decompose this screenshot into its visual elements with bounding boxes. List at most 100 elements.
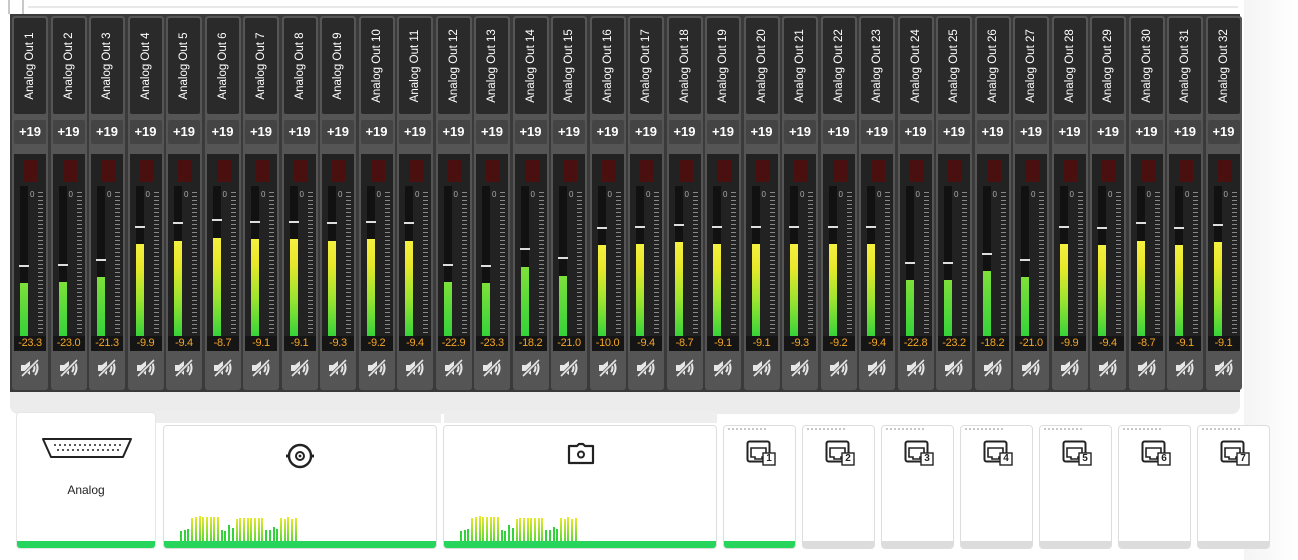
level-meter[interactable]: 0 [399, 154, 431, 350]
mute-button[interactable] [1019, 358, 1043, 380]
device-card-network-port[interactable]: 1 [723, 425, 796, 549]
mute-button[interactable] [1058, 358, 1082, 380]
gain-value[interactable]: +19 [514, 120, 547, 144]
clip-indicator[interactable] [1102, 160, 1116, 182]
channel-name[interactable]: Analog Out 21 [784, 18, 816, 114]
mute-button[interactable] [1135, 358, 1159, 380]
mute-button[interactable] [942, 358, 966, 380]
channel-strip[interactable]: Analog Out 18 +19 0 -8.7 [666, 16, 703, 390]
clip-indicator[interactable] [948, 160, 962, 182]
mute-button[interactable] [865, 358, 889, 380]
channel-name[interactable]: Analog Out 7 [245, 18, 277, 114]
gain-value[interactable]: +19 [553, 120, 585, 144]
gain-value[interactable]: +19 [1130, 120, 1163, 144]
level-meter[interactable]: 0 [784, 154, 816, 350]
mute-button[interactable] [557, 358, 581, 380]
mute-button[interactable] [673, 358, 697, 380]
mute-button[interactable] [57, 358, 81, 380]
device-card-network-port[interactable]: 5 [1039, 425, 1112, 549]
clip-indicator[interactable] [717, 160, 731, 182]
mute-button[interactable] [403, 358, 427, 380]
channel-name[interactable]: Analog Out 5 [168, 18, 200, 114]
channel-name[interactable]: Analog Out 29 [1092, 18, 1124, 114]
device-card-network-port[interactable]: 2 [802, 425, 875, 549]
mute-button[interactable] [904, 358, 928, 380]
gain-value[interactable]: +19 [976, 120, 1009, 144]
clip-indicator[interactable] [678, 160, 693, 182]
mute-button[interactable] [1212, 358, 1236, 380]
mute-button[interactable] [365, 358, 389, 380]
mute-button[interactable] [1096, 358, 1120, 380]
mute-button[interactable] [95, 358, 119, 380]
channel-strip[interactable]: Analog Out 2 +19 0 -23.0 [50, 16, 87, 390]
channel-name[interactable]: Analog Out 2 [52, 18, 85, 114]
level-meter[interactable]: 0 [168, 154, 200, 350]
gain-value[interactable]: +19 [591, 120, 624, 144]
level-meter[interactable]: 0 [1053, 154, 1086, 350]
gain-value[interactable]: +19 [14, 120, 46, 144]
channel-name[interactable]: Analog Out 8 [283, 18, 316, 114]
gain-value[interactable]: +19 [899, 120, 932, 144]
level-meter[interactable]: 0 [630, 154, 662, 350]
mute-button[interactable] [750, 358, 774, 380]
channel-strip[interactable]: Analog Out 10 +19 0 -9.2 [358, 16, 395, 390]
level-meter[interactable]: 0 [899, 154, 932, 350]
clip-indicator[interactable] [755, 160, 770, 182]
gain-value[interactable]: +19 [476, 120, 508, 144]
channel-name[interactable]: Analog Out 10 [360, 18, 393, 114]
channel-strip[interactable]: Analog Out 30 +19 0 -8.7 [1128, 16, 1165, 390]
clip-indicator[interactable] [1140, 160, 1155, 182]
channel-name[interactable]: Analog Out 31 [1169, 18, 1201, 114]
gain-value[interactable]: +19 [745, 120, 778, 144]
clip-indicator[interactable] [332, 160, 346, 182]
device-card-optical[interactable] [443, 425, 717, 549]
channel-strip[interactable]: Analog Out 13 +19 0 -23.3 [474, 16, 510, 390]
level-meter[interactable]: 0 [206, 154, 239, 350]
gain-value[interactable]: +19 [861, 120, 893, 144]
clip-indicator[interactable] [409, 160, 423, 182]
clip-indicator[interactable] [447, 160, 462, 182]
channel-name[interactable]: Analog Out 17 [630, 18, 662, 114]
clip-indicator[interactable] [1063, 160, 1078, 182]
mute-button[interactable] [288, 358, 312, 380]
clip-indicator[interactable] [370, 160, 385, 182]
channel-name[interactable]: Analog Out 14 [514, 18, 547, 114]
device-card-network-port[interactable]: 7 [1197, 425, 1270, 549]
channel-name[interactable]: Analog Out 11 [399, 18, 431, 114]
gain-value[interactable]: +19 [168, 120, 200, 144]
channel-strip[interactable]: Analog Out 9 +19 0 -9.3 [320, 16, 356, 390]
channel-strip[interactable]: Analog Out 20 +19 0 -9.1 [743, 16, 780, 390]
gain-value[interactable]: +19 [1092, 120, 1124, 144]
gain-value[interactable]: +19 [322, 120, 354, 144]
clip-indicator[interactable] [909, 160, 924, 182]
level-meter[interactable]: 0 [245, 154, 277, 350]
channel-name[interactable]: Analog Out 18 [668, 18, 701, 114]
level-meter[interactable]: 0 [129, 154, 162, 350]
channel-strip[interactable]: Analog Out 24 +19 0 -22.8 [897, 16, 934, 390]
channel-name[interactable]: Analog Out 28 [1053, 18, 1086, 114]
channel-strip[interactable]: Analog Out 6 +19 0 -8.7 [204, 16, 241, 390]
level-meter[interactable]: 0 [91, 154, 123, 350]
gain-value[interactable]: +19 [245, 120, 277, 144]
level-meter[interactable]: 0 [1130, 154, 1163, 350]
mute-button[interactable] [634, 358, 658, 380]
channel-strip[interactable]: Analog Out 1 +19 0 -23.3 [12, 16, 48, 390]
channel-name[interactable]: Analog Out 32 [1207, 18, 1240, 114]
channel-name[interactable]: Analog Out 1 [14, 18, 46, 114]
channel-strip[interactable]: Analog Out 11 +19 0 -9.4 [397, 16, 433, 390]
clip-indicator[interactable] [1217, 160, 1232, 182]
channel-strip[interactable]: Analog Out 15 +19 0 -21.0 [551, 16, 587, 390]
level-meter[interactable]: 0 [591, 154, 624, 350]
channel-strip[interactable]: Analog Out 28 +19 0 -9.9 [1051, 16, 1088, 390]
clip-indicator[interactable] [563, 160, 577, 182]
clip-indicator[interactable] [486, 160, 500, 182]
clip-indicator[interactable] [1179, 160, 1193, 182]
clip-indicator[interactable] [178, 160, 192, 182]
level-meter[interactable]: 0 [668, 154, 701, 350]
gain-value[interactable]: +19 [707, 120, 739, 144]
level-meter[interactable]: 0 [514, 154, 547, 350]
channel-name[interactable]: Analog Out 26 [976, 18, 1009, 114]
level-meter[interactable]: 0 [1207, 154, 1240, 350]
gain-value[interactable]: +19 [784, 120, 816, 144]
gain-value[interactable]: +19 [1015, 120, 1047, 144]
